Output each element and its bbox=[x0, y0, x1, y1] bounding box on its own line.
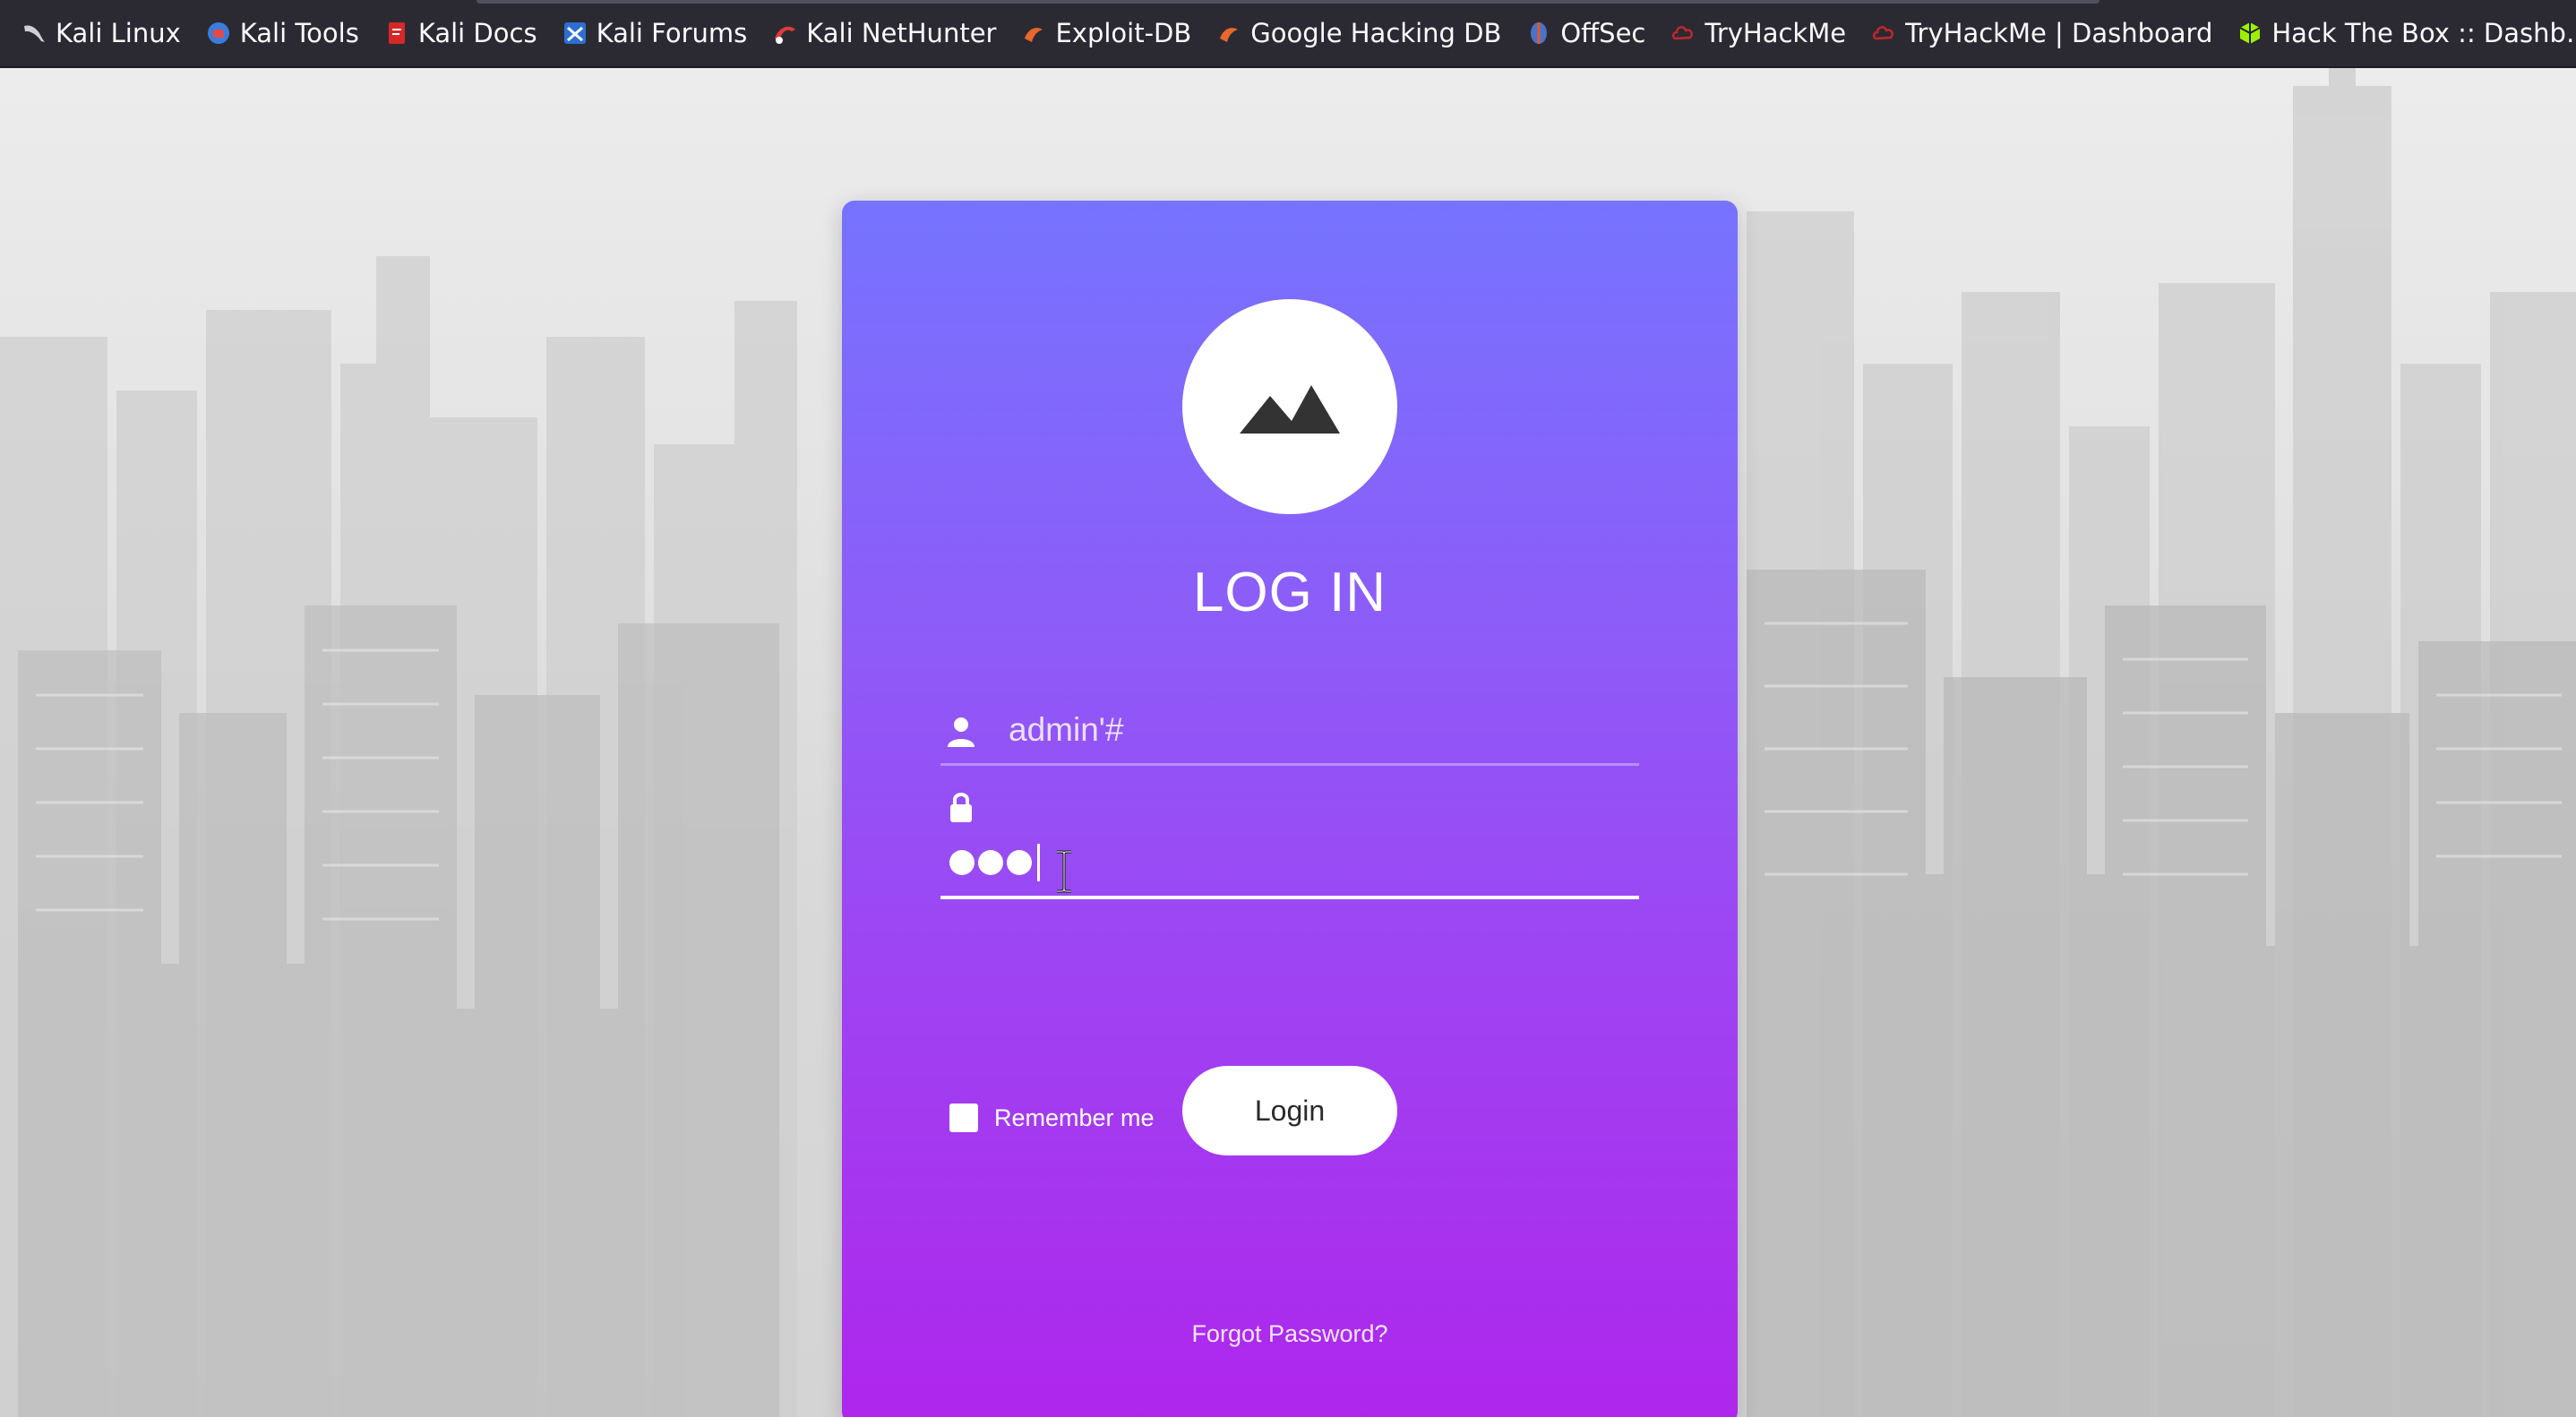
bookmark-kali-tools[interactable]: Kali Tools bbox=[201, 10, 368, 56]
bookmark-label: Kali NetHunter bbox=[806, 18, 997, 48]
kali-nethunter-icon bbox=[772, 21, 797, 46]
tryhackme-icon bbox=[1670, 21, 1696, 46]
bookmarks-toolbar: Kali Linux Kali Tools Kali Docs Kali For… bbox=[0, 0, 2576, 68]
user-icon bbox=[948, 717, 975, 747]
password-field[interactable] bbox=[940, 792, 1639, 899]
remember-me-label: Remember me bbox=[994, 1104, 1155, 1131]
bookmark-label: Google Hacking DB bbox=[1250, 18, 1502, 48]
remember-me-checkbox[interactable] bbox=[949, 1104, 978, 1132]
username-field[interactable]: admin'# bbox=[940, 691, 1639, 766]
tab-strip-edge bbox=[477, 0, 2099, 4]
logo-avatar bbox=[1182, 299, 1397, 514]
page-background: LOG IN admin'# Remember me Login Forgot … bbox=[0, 68, 2576, 1417]
login-card: LOG IN admin'# Remember me Login Forgot … bbox=[842, 201, 1738, 1417]
login-button[interactable]: Login bbox=[1182, 1066, 1397, 1155]
offsec-icon bbox=[1526, 21, 1551, 46]
bookmark-kali-linux[interactable]: Kali Linux bbox=[16, 10, 190, 56]
bookmark-label: Hack The Box :: Dashb… bbox=[2271, 18, 2576, 48]
password-masked-value bbox=[949, 842, 1040, 883]
google-hacking-db-icon bbox=[1216, 21, 1241, 46]
bookmark-label: OffSec bbox=[1560, 18, 1646, 48]
bookmark-label: Kali Docs bbox=[417, 18, 537, 48]
kali-docs-icon bbox=[384, 21, 409, 46]
password-dot bbox=[949, 850, 975, 875]
exploit-db-icon bbox=[1021, 21, 1046, 46]
bookmark-tryhackme-dashboard[interactable]: TryHackMe | Dashboard bbox=[1866, 10, 2221, 56]
bookmark-kali-docs[interactable]: Kali Docs bbox=[379, 10, 546, 56]
ibeam-cursor-icon bbox=[1057, 850, 1071, 893]
password-dot bbox=[1007, 850, 1032, 875]
bookmark-hackthebox[interactable]: Hack The Box :: Dashb… bbox=[2232, 10, 2576, 56]
bookmark-tryhackme[interactable]: TryHackMe bbox=[1665, 10, 1855, 56]
kali-dragon-icon bbox=[21, 21, 47, 46]
text-caret bbox=[1037, 844, 1040, 881]
bookmark-offsec[interactable]: OffSec bbox=[1521, 10, 1654, 56]
bookmark-kali-forums[interactable]: Kali Forums bbox=[557, 10, 757, 56]
bookmark-label: Exploit-DB bbox=[1055, 18, 1192, 48]
remember-me-row[interactable]: Remember me bbox=[949, 1104, 1155, 1132]
bookmark-label: Kali Linux bbox=[56, 18, 181, 48]
password-dot bbox=[978, 850, 1003, 875]
mountain-icon bbox=[1240, 385, 1340, 434]
bookmark-label: TryHackMe bbox=[1704, 18, 1847, 48]
kali-forums-icon bbox=[562, 21, 588, 46]
bookmark-kali-nethunter[interactable]: Kali NetHunter bbox=[767, 10, 1005, 56]
forgot-password-link[interactable]: Forgot Password? bbox=[842, 1320, 1738, 1348]
bookmark-label: Kali Forums bbox=[596, 18, 748, 48]
bookmark-label: TryHackMe | Dashboard bbox=[1905, 18, 2213, 48]
bookmark-label: Kali Tools bbox=[239, 18, 359, 48]
page-title: LOG IN bbox=[1192, 562, 1387, 623]
lock-icon bbox=[950, 793, 972, 822]
bookmark-exploit-db[interactable]: Exploit-DB bbox=[1016, 10, 1200, 56]
hackthebox-icon bbox=[2237, 21, 2263, 46]
forgot-password-label: Forgot Password? bbox=[1191, 1320, 1388, 1347]
bookmark-google-hacking-db[interactable]: Google Hacking DB bbox=[1211, 10, 1510, 56]
kali-tools-icon bbox=[206, 21, 231, 46]
tryhackme-icon bbox=[1871, 21, 1896, 46]
username-value: admin'# bbox=[1009, 711, 1124, 748]
